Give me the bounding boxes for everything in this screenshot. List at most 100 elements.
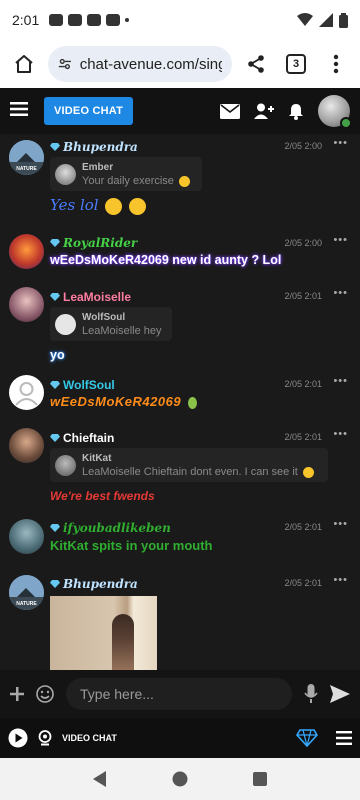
username[interactable]: WolfSoul (50, 378, 115, 392)
youtube-notification-icon (68, 14, 83, 26)
hamburger-menu-button[interactable] (10, 101, 28, 121)
message-options-button[interactable]: ••• (333, 428, 348, 440)
status-time: 2:01 (12, 12, 40, 28)
footer-actions (296, 729, 352, 747)
username[interactable]: LeaMoiselle (50, 290, 131, 304)
recents-icon[interactable] (253, 772, 268, 786)
message-options-button[interactable]: ••• (333, 518, 348, 530)
default-user-icon (15, 382, 38, 406)
chat-messages[interactable]: NATURE Bhupendra 2/05 2:00 ••• Ember You… (0, 134, 360, 670)
youtube-notification-icon-2 (87, 14, 102, 26)
emoji-icon[interactable] (36, 685, 54, 703)
diamond-rank-icon (50, 381, 60, 389)
nature-avatar-image-icon: NATURE (9, 140, 44, 175)
back-icon[interactable] (92, 771, 107, 787)
message-options-button[interactable]: ••• (333, 137, 348, 149)
message-text: wEeDsMoKeR42069 new id aunty ? Lol (50, 253, 282, 267)
message-time: 2/05 2:01 (284, 291, 322, 301)
avatar[interactable] (9, 428, 44, 463)
plus-icon[interactable] (10, 687, 24, 701)
quote-avatar (55, 455, 76, 476)
site-settings-icon[interactable] (58, 56, 72, 72)
home-circle-icon[interactable] (172, 771, 188, 787)
webcam-icon[interactable] (38, 730, 52, 746)
chat-message: Chieftain 2/05 2:01 ••• KitKat LeaMoisel… (0, 424, 360, 514)
grinning-emoji-icon (105, 197, 123, 215)
microphone-icon[interactable] (304, 684, 318, 704)
wifi-icon (297, 13, 313, 26)
quoted-message: Ember Your daily exercise (50, 157, 202, 191)
avatar[interactable] (9, 519, 44, 554)
quote-text: Your daily exercise (82, 175, 174, 187)
share-button[interactable] (240, 48, 272, 80)
messages-envelope-icon[interactable] (220, 103, 240, 119)
avatar[interactable] (9, 234, 44, 269)
diamond-rank-icon (50, 143, 60, 151)
user-avatar[interactable] (318, 95, 352, 129)
quote-username: WolfSoul (82, 312, 126, 323)
diamond-rank-icon (50, 580, 60, 588)
username[interactable]: Chieftain (50, 431, 114, 445)
message-options-button[interactable]: ••• (333, 375, 348, 387)
online-status-icon (340, 117, 352, 129)
username[interactable]: RoyalRider (50, 236, 137, 250)
app-footer: VIDEO CHAT (0, 718, 360, 758)
message-text: We're best fwends (50, 489, 155, 503)
tab-switcher-button[interactable]: 3 (280, 48, 312, 80)
avatar[interactable]: NATURE (9, 575, 44, 610)
battery-icon (339, 12, 348, 28)
svg-text:NATURE: NATURE (16, 166, 37, 172)
share-icon (248, 55, 264, 73)
message-text: yo (50, 348, 65, 362)
tab-count: 3 (286, 54, 306, 74)
home-icon (15, 55, 33, 73)
gmail-notification-icon (106, 14, 121, 26)
chat-message: RoyalRider 2/05 2:00 ••• wEeDsMoKeR42069… (0, 231, 360, 283)
shared-photo[interactable] (50, 596, 157, 670)
address-bar[interactable]: chat-avenue.com/singles (48, 46, 232, 82)
header-actions (220, 95, 352, 129)
home-button[interactable] (8, 48, 40, 80)
avatar[interactable]: NATURE (9, 140, 44, 175)
avatar[interactable] (9, 287, 44, 322)
username[interactable]: Bhupendra (50, 140, 138, 154)
url-text: chat-avenue.com/singles (79, 55, 222, 73)
message-time: 2/05 2:01 (284, 522, 322, 532)
message-options-button[interactable]: ••• (333, 287, 348, 299)
quote-avatar (55, 314, 76, 335)
browser-toolbar: chat-avenue.com/singles 3 (0, 40, 360, 88)
footer-menu-icon[interactable] (336, 731, 352, 745)
notifications-bell-icon[interactable] (288, 103, 304, 120)
send-icon[interactable] (330, 685, 350, 703)
message-input[interactable] (80, 686, 278, 702)
nature-avatar-image-icon: NATURE (9, 575, 44, 610)
diamond-rank-icon (50, 239, 60, 247)
message-time: 2/05 2:01 (284, 379, 322, 389)
message-options-button[interactable]: ••• (333, 574, 348, 586)
username[interactable]: Bhupendra (50, 577, 138, 591)
username[interactable]: ifyoubadlikeben (50, 521, 171, 535)
gamepad-notification-icon (49, 14, 64, 26)
message-options-button[interactable]: ••• (333, 234, 348, 246)
chat-message: NATURE Bhupendra 2/05 2:01 ••• (0, 570, 360, 670)
photo-figure (112, 614, 134, 670)
friend-request-icon[interactable] (254, 103, 274, 119)
svg-text:NATURE: NATURE (16, 601, 37, 607)
avocado-emoji-icon (188, 396, 198, 409)
message-input-container[interactable] (66, 678, 292, 710)
message-time: 2/05 2:00 (284, 141, 322, 151)
quote-text: LeaMoiselle Chieftain dont even. I can s… (82, 466, 298, 478)
browser-menu-button[interactable] (320, 48, 352, 80)
quote-text: LeaMoiselle hey (82, 325, 162, 337)
signal-icon (319, 13, 333, 27)
video-chat-button[interactable]: VIDEO CHAT (44, 97, 134, 125)
play-circle-icon[interactable] (8, 728, 28, 748)
notification-icons (49, 14, 130, 26)
avatar[interactable] (9, 375, 44, 410)
diamond-icon[interactable] (296, 729, 318, 747)
message-text: KitKat spits in your mouth (50, 538, 213, 553)
footer-video-chat-label[interactable]: VIDEO CHAT (62, 733, 117, 743)
chat-message: ifyoubadlikeben 2/05 2:01 ••• KitKat spi… (0, 514, 360, 570)
laughing-emoji-icon (302, 466, 314, 478)
diamond-rank-icon (50, 524, 60, 532)
